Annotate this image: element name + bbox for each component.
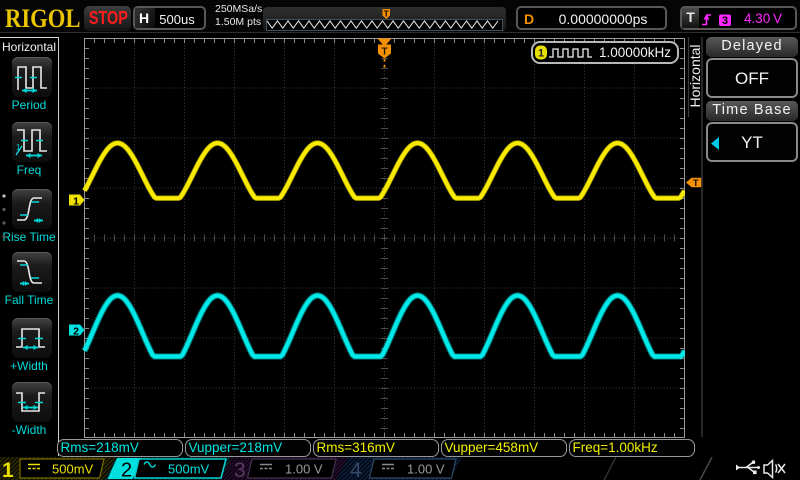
svg-text:1: 1 [73,196,79,208]
svg-text:500mV: 500mV [168,462,210,477]
svg-text:1: 1 [538,48,544,60]
svg-text:T: T [381,47,387,58]
svg-text:1.00 V: 1.00 V [407,462,445,477]
svg-text:2: 2 [121,460,132,480]
svg-text:1.00 V: 1.00 V [285,462,323,477]
svg-text:T: T [693,178,699,189]
svg-text:2: 2 [73,326,79,338]
svg-text:1.00000kHz: 1.00000kHz [599,45,671,60]
svg-text:4: 4 [350,459,362,480]
svg-text:500mV: 500mV [52,462,94,477]
svg-text:3: 3 [234,459,246,480]
svg-text:1: 1 [2,459,14,480]
